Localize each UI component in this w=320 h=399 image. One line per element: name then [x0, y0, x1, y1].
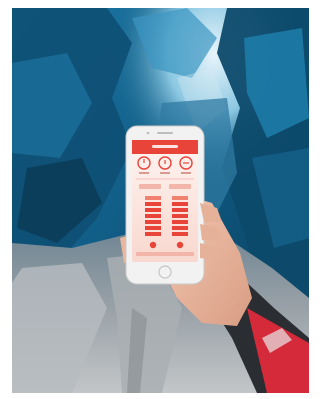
- level-bar: [145, 226, 161, 230]
- photo-canvas: [12, 8, 309, 393]
- level-bar: [172, 202, 188, 206]
- level-bars-right: [172, 196, 188, 236]
- increase-button[interactable]: [176, 241, 184, 249]
- decrease-button[interactable]: [149, 241, 157, 249]
- tab-right[interactable]: [169, 184, 191, 189]
- level-bar: [172, 208, 188, 212]
- phone-camera: [146, 131, 150, 135]
- level-bar: [145, 214, 161, 218]
- bottom-bar: [136, 252, 194, 256]
- level-bar: [145, 220, 161, 224]
- app-title-bar: [152, 145, 178, 148]
- level-bar: [172, 220, 188, 224]
- level-bar: [172, 232, 188, 236]
- level-bars-left: [145, 196, 161, 236]
- level-bar: [145, 208, 161, 212]
- level-bar: [145, 202, 161, 206]
- timer-label: [160, 172, 170, 174]
- level-bar: [145, 232, 161, 236]
- phone-speaker: [157, 132, 173, 134]
- power-label: [139, 172, 149, 174]
- level-bar: [172, 226, 188, 230]
- ice-cave-photo: [12, 8, 309, 393]
- level-bar: [145, 196, 161, 200]
- level-bar: [172, 214, 188, 218]
- settings-label: [181, 172, 191, 174]
- level-bar: [172, 196, 188, 200]
- phone-screen: [132, 140, 198, 262]
- tab-left[interactable]: [139, 184, 161, 189]
